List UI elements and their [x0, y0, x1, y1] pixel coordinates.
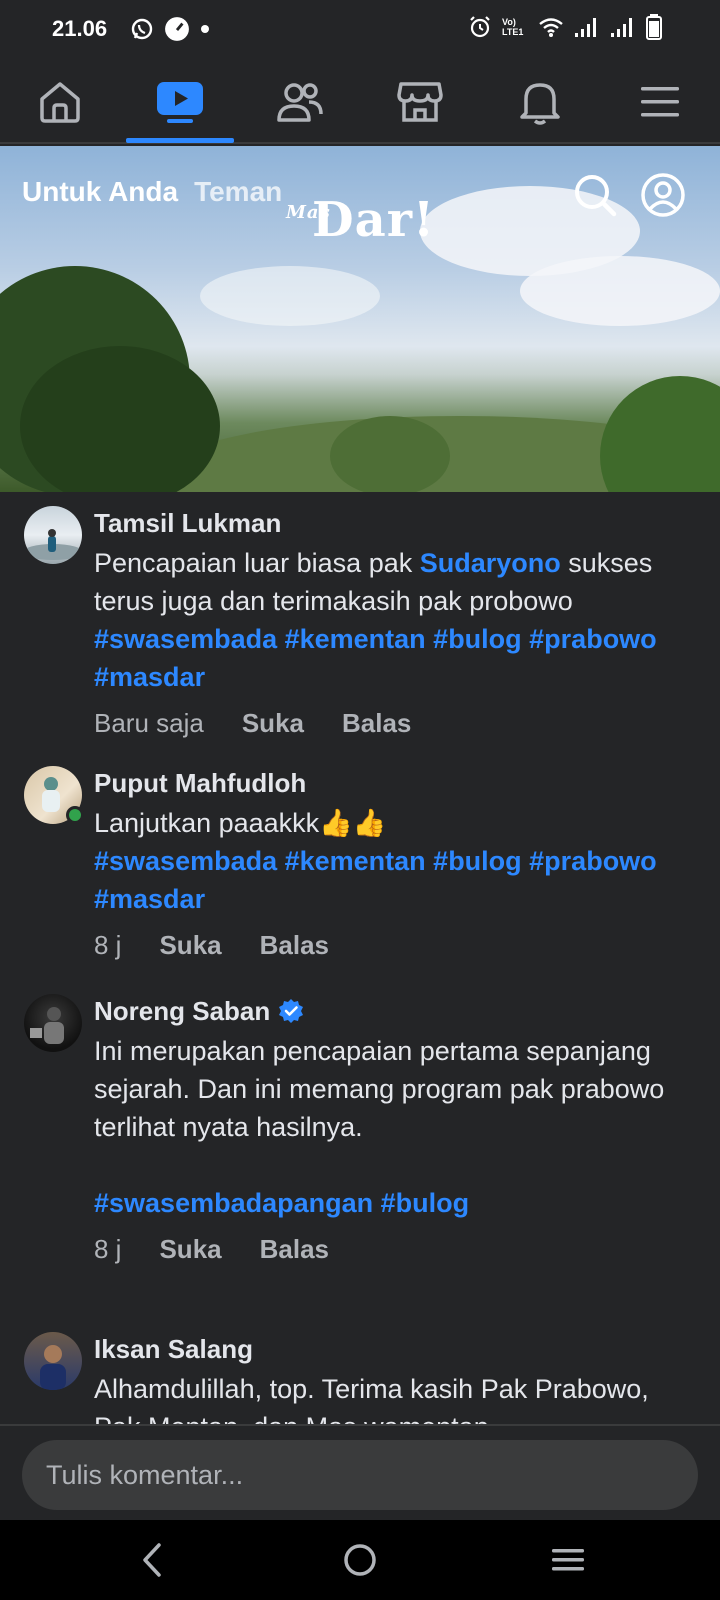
bell-icon: [520, 83, 560, 125]
volte-icon: Vo) LTE1: [502, 17, 524, 37]
alarm-icon: [470, 16, 490, 38]
battery-icon: [646, 14, 662, 40]
status-bar: 21.06 Vo) LTE1: [0, 0, 720, 60]
search-button[interactable]: [572, 172, 618, 218]
tab-marketplace[interactable]: [390, 78, 450, 126]
recents-icon: [552, 1549, 584, 1571]
top-navigation: [0, 60, 720, 144]
like-button[interactable]: Suka: [159, 930, 221, 961]
comment-author[interactable]: Iksan Salang: [94, 1332, 680, 1366]
video-tab-friends[interactable]: Teman: [194, 176, 282, 208]
back-button[interactable]: [128, 1538, 176, 1582]
comment-text: Ini merupakan pencapaian pertama sepanja…: [94, 1036, 665, 1218]
mention-link[interactable]: Sudaryono: [420, 548, 561, 578]
active-tab-indicator: [126, 138, 234, 143]
hashtag-links[interactable]: #swasembada #kementan #bulog #prabowo #m…: [94, 846, 657, 914]
like-button[interactable]: Suka: [159, 1234, 221, 1265]
hashtag-links[interactable]: #swasembada #kementan #bulog #prabowo #m…: [94, 624, 657, 692]
tab-notifications[interactable]: [510, 78, 570, 126]
signal-icon: [575, 18, 596, 37]
menu-icon: [641, 87, 679, 117]
video-icon: [157, 82, 203, 123]
dot-icon: [201, 25, 209, 33]
home-icon: [40, 82, 80, 123]
system-navigation-bar: [0, 1520, 720, 1600]
comment-text: Pencapaian luar biasa pak Sudaryono suks…: [94, 548, 657, 692]
comment-time: 8 j: [94, 1234, 122, 1264]
marketplace-icon: [397, 82, 443, 122]
comment-input[interactable]: [22, 1440, 698, 1510]
video-watermark: Mas Dar!: [286, 192, 435, 248]
friends-icon: [277, 83, 323, 122]
reply-button[interactable]: Balas: [260, 930, 329, 961]
comment-author[interactable]: Puput Mahfudloh: [94, 766, 680, 800]
whatsapp-icon: [131, 18, 153, 40]
back-icon: [143, 1543, 161, 1577]
comment-time: 8 j: [94, 930, 122, 960]
recents-button[interactable]: [544, 1538, 592, 1582]
tree: [20, 346, 220, 492]
video-player[interactable]: Untuk Anda Teman Mas Dar!: [0, 146, 720, 492]
tab-menu[interactable]: [630, 78, 690, 126]
like-button[interactable]: Suka: [242, 708, 304, 739]
video-tab-for-you[interactable]: Untuk Anda: [22, 176, 178, 208]
search-icon: [575, 175, 617, 217]
signal-icon: [611, 18, 632, 37]
comment-time: Baru saja: [94, 708, 204, 738]
hashtag-links[interactable]: #swasembadapangan #bulog: [94, 1188, 469, 1218]
watermark-small: Mas: [286, 202, 331, 223]
tree: [600, 376, 720, 492]
reply-button[interactable]: Balas: [260, 1234, 329, 1265]
cloud: [200, 266, 380, 326]
comment-author[interactable]: Noreng Saban: [94, 994, 680, 1028]
tree: [330, 416, 450, 492]
reply-button[interactable]: Balas: [342, 708, 411, 739]
home-button[interactable]: [336, 1538, 384, 1582]
comment-text: Alhamdulillah, top. Terima kasih Pak Pra…: [94, 1374, 649, 1424]
tab-video[interactable]: [150, 78, 210, 126]
verified-badge-icon: [279, 999, 304, 1023]
profile-icon: [641, 173, 685, 217]
avatar[interactable]: [24, 1332, 82, 1390]
avatar[interactable]: [24, 994, 82, 1052]
tab-home[interactable]: [30, 78, 90, 126]
tab-friends[interactable]: [270, 78, 330, 126]
comment-author[interactable]: Tamsil Lukman: [94, 506, 680, 540]
online-indicator: [66, 806, 84, 824]
comment-text: Lanjutkan paaakkk👍👍 #swasembada #kementa…: [94, 808, 657, 914]
wifi-icon: [539, 18, 563, 37]
profile-button[interactable]: [640, 172, 686, 218]
comment-composer: [0, 1424, 720, 1520]
speed-icon: [165, 17, 189, 41]
cloud: [520, 256, 720, 326]
status-time: 21.06: [52, 16, 108, 41]
home-circle-icon: [344, 1544, 376, 1576]
comment-list[interactable]: Tamsil Lukman Pencapaian luar biasa pak …: [0, 492, 720, 1424]
avatar[interactable]: [24, 506, 82, 564]
